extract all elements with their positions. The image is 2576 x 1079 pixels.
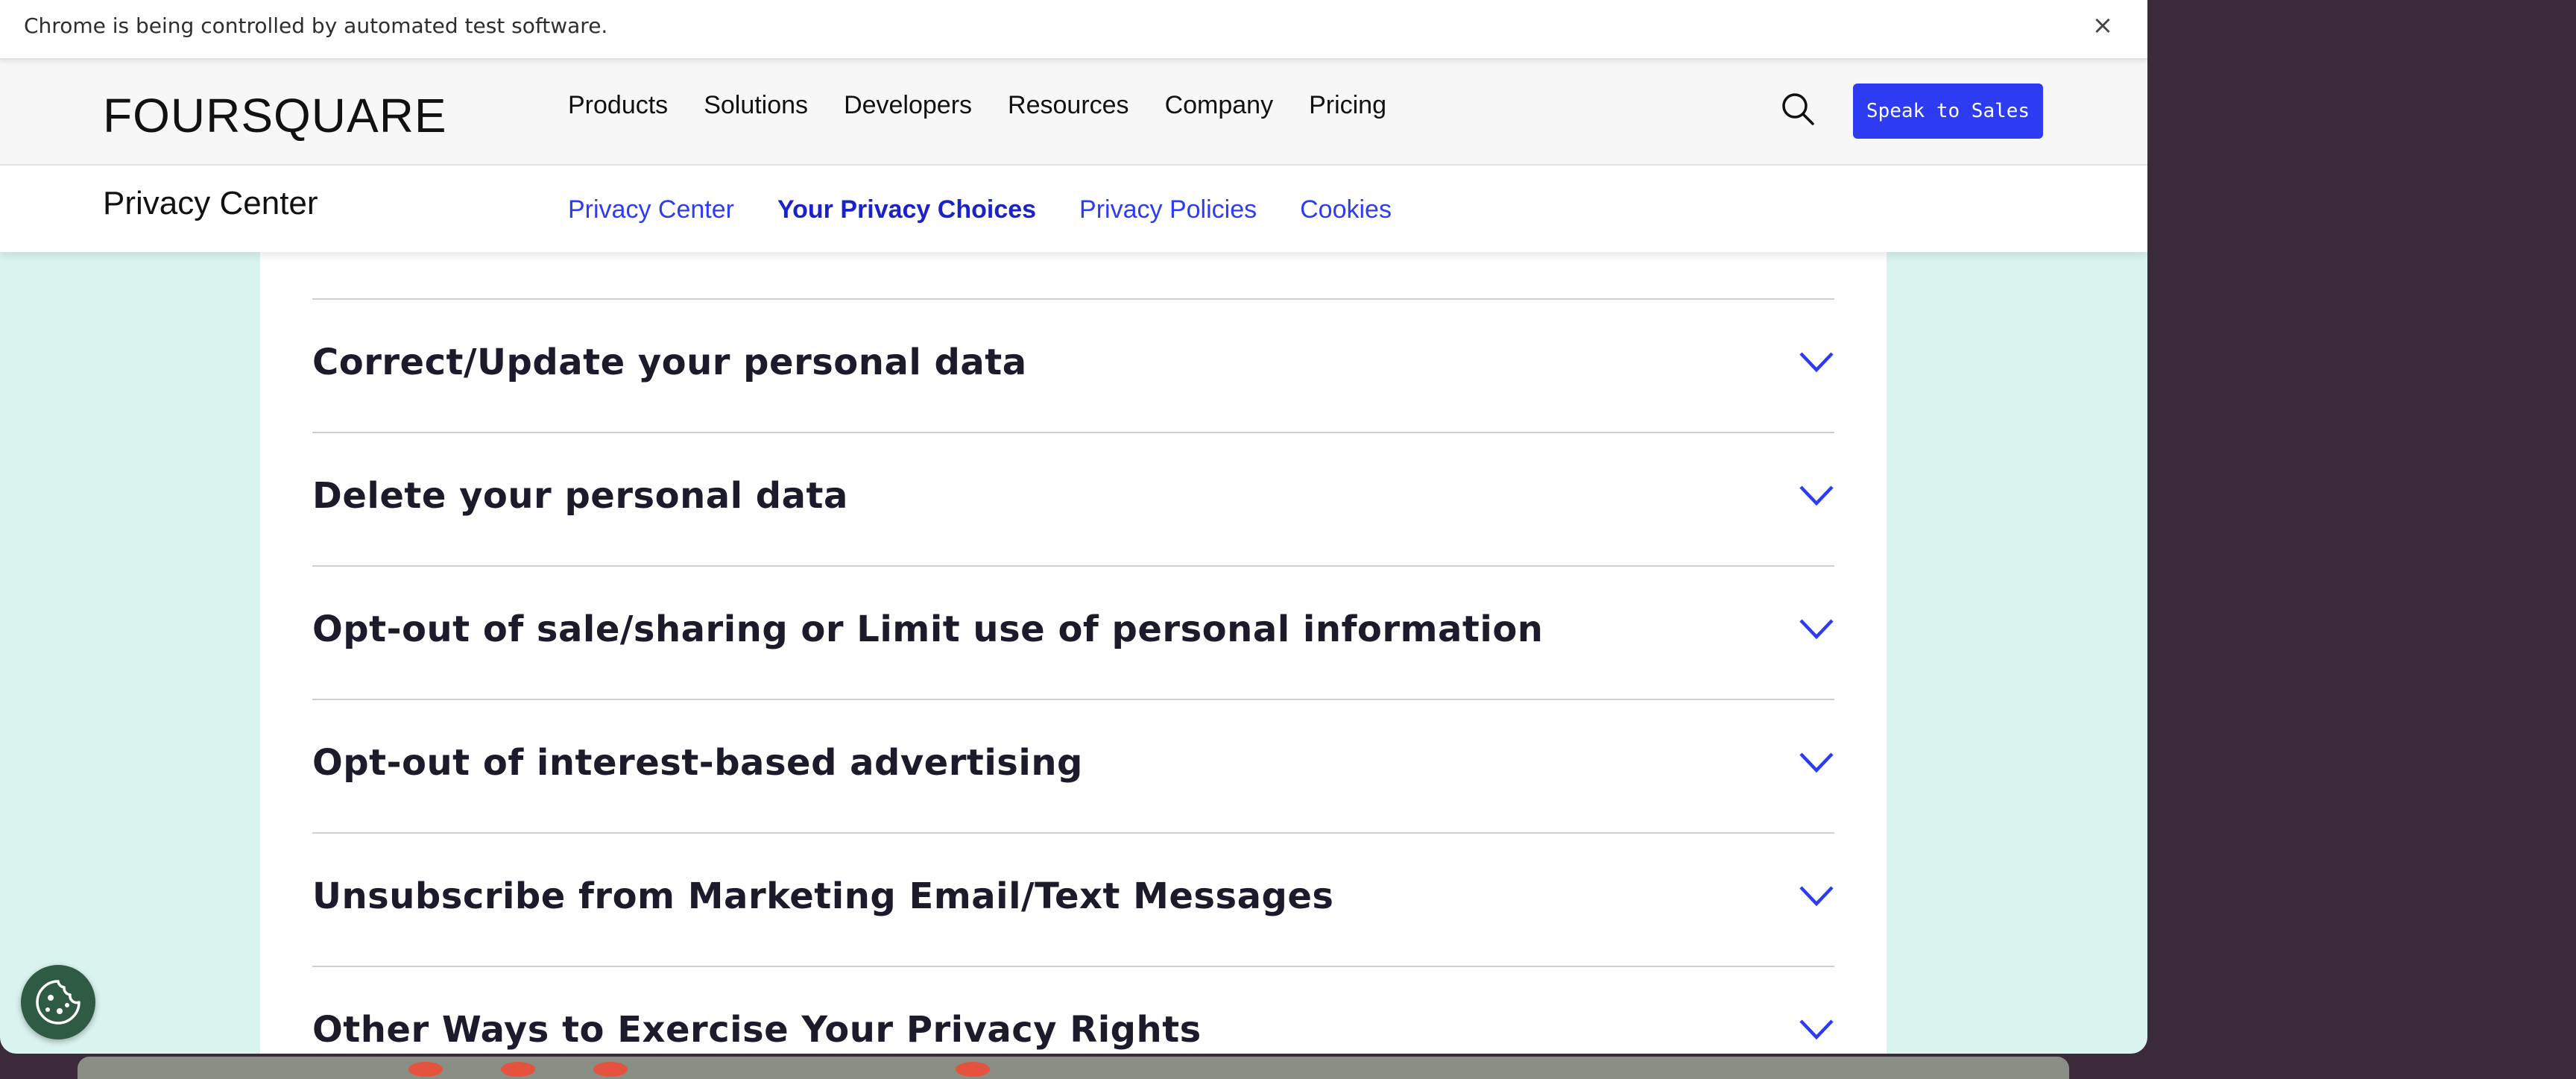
dock-app-icon[interactable] — [593, 1062, 628, 1077]
subnav-links: Privacy Center Your Privacy Choices Priv… — [568, 195, 1435, 224]
subnav-link-privacy-policies[interactable]: Privacy Policies — [1079, 195, 1257, 224]
close-icon[interactable]: × — [2088, 9, 2118, 42]
chevron-down-icon — [1799, 619, 1834, 640]
accordion-item[interactable]: Unsubscribe from Marketing Email/Text Me… — [312, 832, 1834, 966]
chevron-down-icon — [1799, 886, 1834, 907]
subnav-title: Privacy Center — [103, 185, 318, 221]
dock-app-icon[interactable] — [956, 1062, 990, 1077]
subnav-link-cookies[interactable]: Cookies — [1300, 195, 1392, 224]
accordion-title: Unsubscribe from Marketing Email/Text Me… — [312, 875, 1334, 917]
foursquare-logo[interactable]: FOURSQUARE — [103, 88, 447, 143]
browser-window: Chrome is being controlled by automated … — [0, 0, 2147, 1054]
chevron-down-icon — [1799, 752, 1834, 773]
main-nav: Products Solutions Developers Resources … — [568, 91, 1422, 120]
search-icon[interactable] — [1778, 89, 1819, 130]
speak-to-sales-button[interactable]: Speak to Sales — [1853, 84, 2043, 139]
accordion-title: Other Ways to Exercise Your Privacy Righ… — [312, 1009, 1202, 1051]
subnav-link-privacy-center[interactable]: Privacy Center — [568, 195, 734, 224]
dock-app-icon[interactable] — [408, 1062, 443, 1077]
accordion-title: Correct/Update your personal data — [312, 342, 1027, 383]
privacy-accordion: Correct/Update your personal data Delete… — [312, 298, 1834, 1054]
privacy-choices-panel: Correct/Update your personal data Delete… — [260, 194, 1887, 1054]
chevron-down-icon — [1799, 1019, 1834, 1040]
chevron-down-icon — [1799, 485, 1834, 506]
chevron-down-icon — [1799, 352, 1834, 373]
desktop-dock — [78, 1057, 2069, 1079]
nav-item-company[interactable]: Company — [1165, 91, 1274, 120]
accordion-item[interactable]: Opt-out of interest-based advertising — [312, 699, 1834, 832]
subnav-link-your-privacy-choices[interactable]: Your Privacy Choices — [777, 195, 1036, 224]
automation-infobar: Chrome is being controlled by automated … — [0, 0, 2147, 60]
automation-message: Chrome is being controlled by automated … — [24, 13, 608, 38]
nav-item-products[interactable]: Products — [568, 91, 668, 120]
nav-item-solutions[interactable]: Solutions — [704, 91, 808, 120]
privacy-subnav: Privacy Center Privacy Center Your Priva… — [0, 166, 2147, 252]
nav-item-developers[interactable]: Developers — [844, 91, 972, 120]
accordion-item[interactable]: Other Ways to Exercise Your Privacy Righ… — [312, 966, 1834, 1054]
accordion-title: Opt-out of sale/sharing or Limit use of … — [312, 608, 1544, 650]
accordion-title: Opt-out of interest-based advertising — [312, 742, 1083, 784]
accordion-item[interactable]: Correct/Update your personal data — [312, 298, 1834, 432]
accordion-title: Delete your personal data — [312, 475, 848, 517]
cookie-icon — [36, 980, 80, 1025]
site-header: FOURSQUARE Products Solutions Developers… — [0, 60, 2147, 166]
cookie-settings-button[interactable] — [21, 965, 95, 1039]
nav-item-pricing[interactable]: Pricing — [1309, 91, 1386, 120]
accordion-item[interactable]: Opt-out of sale/sharing or Limit use of … — [312, 565, 1834, 699]
dock-app-icon[interactable] — [501, 1062, 535, 1077]
nav-item-resources[interactable]: Resources — [1008, 91, 1129, 120]
accordion-item[interactable]: Delete your personal data — [312, 432, 1834, 565]
